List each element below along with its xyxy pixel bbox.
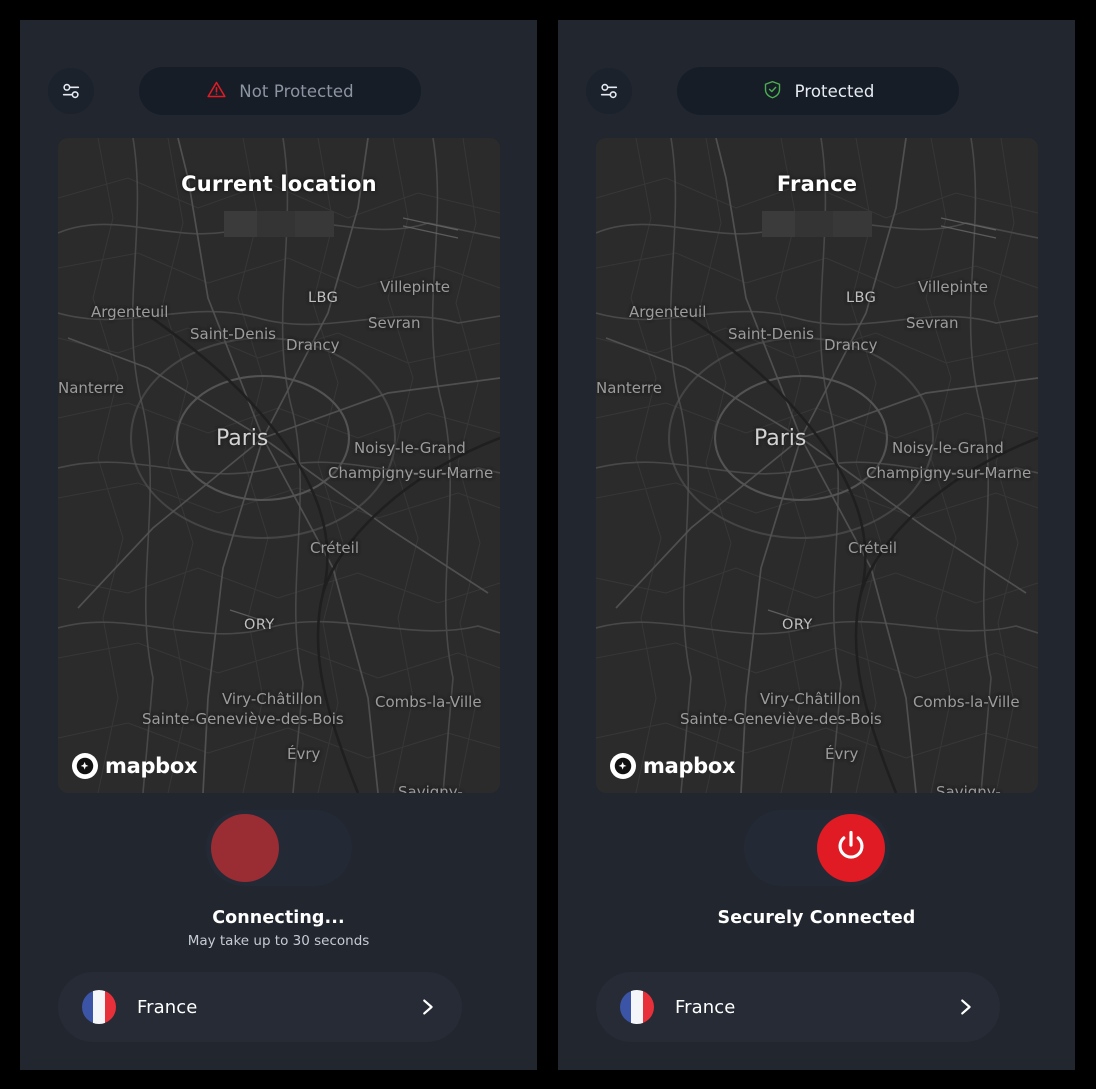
- connection-status-subtext: May take up to 30 seconds: [187, 933, 370, 949]
- warning-triangle-icon: [206, 79, 227, 104]
- country-name: France: [137, 996, 198, 1018]
- connection-toggle-area-right: Securely Connected: [558, 810, 1075, 933]
- map-place-label: Savigny-: [398, 783, 463, 793]
- map-place-label: Sainte-Geneviève-des-Bois: [142, 710, 344, 728]
- app-header-right: Protected: [558, 47, 1075, 135]
- power-toggle[interactable]: [205, 810, 352, 886]
- map-place-label: Saint-Denis: [728, 325, 814, 343]
- connection-toggle-area-left: Connecting... May take up to 30 seconds: [20, 810, 537, 949]
- flag-france-icon: [620, 990, 654, 1024]
- connection-status-text: Securely Connected: [717, 908, 916, 928]
- mapbox-logo-icon: [72, 753, 98, 779]
- map-place-label: Évry: [287, 745, 321, 763]
- map-place-label: Sainte-Geneviève-des-Bois: [680, 710, 882, 728]
- map-place-label: Villepinte: [918, 278, 988, 296]
- map-place-label: Noisy-le-Grand: [354, 439, 466, 457]
- redacted-ip-bar: [224, 211, 334, 237]
- map-place-label: Combs-la-Ville: [913, 693, 1020, 711]
- map-place-label: Créteil: [310, 539, 359, 557]
- app-header-left: Not Protected: [20, 47, 537, 135]
- map-place-label: Sevran: [368, 314, 421, 332]
- map-place-label: ORY: [782, 617, 813, 633]
- map-place-label: Champigny-sur-Marne: [866, 464, 1032, 482]
- map-place-label: Évry: [825, 745, 859, 763]
- map-title: Current location: [181, 172, 377, 196]
- country-selector-row[interactable]: France: [596, 972, 1000, 1042]
- connection-status-text: Connecting...: [212, 908, 345, 928]
- map-place-label: Saint-Denis: [190, 325, 276, 343]
- status-banner[interactable]: Protected: [677, 67, 959, 115]
- map-title: France: [776, 172, 858, 196]
- mapbox-attribution[interactable]: mapbox: [610, 753, 736, 779]
- country-name: France: [675, 996, 736, 1018]
- country-selector-row[interactable]: France: [58, 972, 462, 1042]
- map-place-label: Viry-Châtillon: [760, 690, 861, 708]
- phone-screen-left: Not Protected Current location Argenteui…: [20, 20, 537, 1070]
- mapbox-logo-icon: [610, 753, 636, 779]
- map-place-label: Combs-la-Ville: [375, 693, 482, 711]
- mapbox-wordmark: mapbox: [643, 754, 736, 778]
- map-place-label: Drancy: [286, 336, 340, 354]
- map-place-label: Villepinte: [380, 278, 450, 296]
- chevron-right-icon[interactable]: [416, 996, 438, 1018]
- screenshot-root: Not Protected Current location Argenteui…: [0, 0, 1096, 1089]
- map-place-label: Viry-Châtillon: [222, 690, 323, 708]
- map-place-label: Savigny-: [936, 783, 1001, 793]
- mapbox-attribution[interactable]: mapbox: [72, 753, 198, 779]
- power-toggle[interactable]: [743, 810, 890, 886]
- redacted-ip-bar: [762, 211, 872, 237]
- power-toggle-knob[interactable]: [816, 814, 885, 882]
- map-place-label: Paris: [216, 426, 269, 451]
- map-place-label: ORY: [244, 617, 275, 633]
- shield-check-icon: [762, 79, 783, 104]
- power-icon: [833, 828, 869, 868]
- map-place-label: Créteil: [848, 539, 897, 557]
- map-place-label: Champigny-sur-Marne: [328, 464, 494, 482]
- settings-button[interactable]: [586, 68, 632, 114]
- map-place-label: Sevran: [906, 314, 959, 332]
- map-place-label: Paris: [754, 426, 807, 451]
- map-place-label: Argenteuil: [629, 303, 707, 321]
- status-label: Protected: [794, 81, 875, 101]
- location-map[interactable]: France Argenteuil Saint-Denis LBG Villep…: [596, 138, 1038, 793]
- phone-screen-right: Protected France Argenteuil Saint-Denis …: [558, 20, 1075, 1070]
- mapbox-wordmark: mapbox: [105, 754, 198, 778]
- sliders-icon: [598, 80, 620, 102]
- map-place-label: LBG: [308, 290, 339, 306]
- map-place-label: Drancy: [824, 336, 878, 354]
- power-toggle-knob[interactable]: [210, 814, 279, 882]
- map-place-label: Argenteuil: [91, 303, 169, 321]
- map-place-label: Nanterre: [596, 379, 662, 397]
- flag-france-icon: [82, 990, 116, 1024]
- status-banner[interactable]: Not Protected: [139, 67, 421, 115]
- chevron-right-icon[interactable]: [954, 996, 976, 1018]
- map-place-label: Nanterre: [58, 379, 124, 397]
- settings-button[interactable]: [48, 68, 94, 114]
- map-place-label: LBG: [846, 290, 877, 306]
- status-label: Not Protected: [239, 81, 354, 101]
- location-map[interactable]: Current location Argenteuil Saint-Denis …: [58, 138, 500, 793]
- sliders-icon: [60, 80, 82, 102]
- map-place-label: Noisy-le-Grand: [892, 439, 1004, 457]
